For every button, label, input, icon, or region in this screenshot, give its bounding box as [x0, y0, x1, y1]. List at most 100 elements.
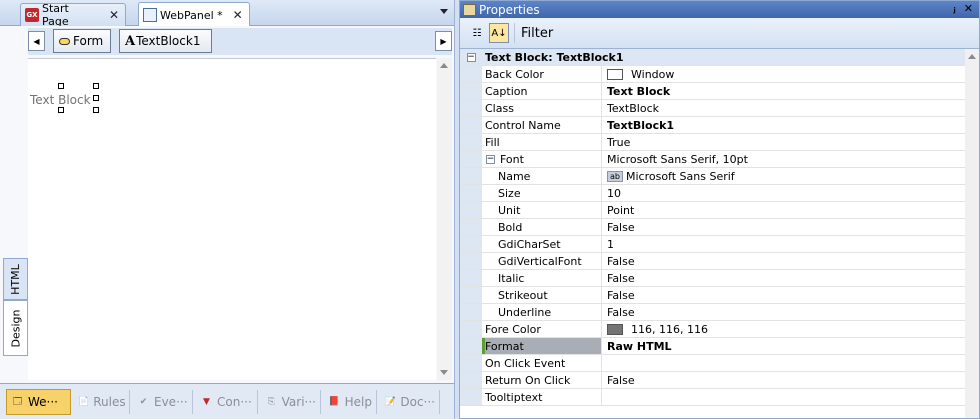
- property-value[interactable]: False: [602, 219, 965, 235]
- property-value[interactable]: False: [602, 270, 965, 286]
- property-name-text: GdiVerticalFont: [498, 254, 582, 268]
- filter-button[interactable]: Filter: [514, 23, 559, 43]
- property-value[interactable]: Text Block: [602, 83, 965, 99]
- property-row[interactable]: Size 10: [460, 185, 965, 202]
- property-row[interactable]: Strikeout False: [460, 287, 965, 304]
- close-icon[interactable]: ✕: [964, 2, 973, 15]
- property-row[interactable]: Unit Point: [460, 202, 965, 219]
- close-icon[interactable]: ✕: [109, 8, 119, 22]
- canvas-text-block[interactable]: Text Block: [30, 93, 91, 107]
- property-value-text: Text Block: [607, 84, 671, 98]
- property-row[interactable]: Name ab Microsoft Sans Serif: [460, 168, 965, 185]
- property-row[interactable]: GdiCharSet 1: [460, 236, 965, 253]
- tab-design[interactable]: Design: [3, 300, 28, 356]
- form-icon: [59, 37, 70, 45]
- property-name: Bold: [482, 219, 602, 235]
- property-value[interactable]: Raw HTML: [602, 338, 965, 354]
- property-value[interactable]: [602, 355, 965, 371]
- property-row[interactable]: Italic False: [460, 270, 965, 287]
- scroll-left-button[interactable]: ◀: [28, 31, 45, 51]
- categorized-icon[interactable]: ☷: [467, 23, 487, 43]
- property-value[interactable]: False: [602, 372, 965, 388]
- close-icon[interactable]: ✕: [233, 8, 243, 22]
- tab-webpanel[interactable]: WebPanel * ✕: [138, 2, 250, 27]
- property-row[interactable]: − Font Microsoft Sans Serif, 10pt: [460, 151, 965, 168]
- property-value[interactable]: False: [602, 253, 965, 269]
- property-name: Return On Click: [482, 372, 602, 388]
- form-control-button[interactable]: Form: [53, 29, 111, 53]
- property-row[interactable]: Caption Text Block: [460, 83, 965, 100]
- resize-handle[interactable]: [93, 95, 99, 101]
- tab-conditions[interactable]: ▼ Con···: [196, 390, 258, 414]
- resize-handle[interactable]: [58, 107, 64, 113]
- property-row[interactable]: Tooltiptext: [460, 389, 965, 406]
- property-value[interactable]: True: [602, 134, 965, 150]
- property-row[interactable]: On Click Event: [460, 355, 965, 372]
- property-row[interactable]: Back Color Window: [460, 66, 965, 83]
- property-value[interactable]: False: [602, 304, 965, 320]
- property-row[interactable]: Control Name TextBlock1: [460, 117, 965, 134]
- tab-web-form[interactable]: 🗔 We···: [6, 389, 71, 415]
- resize-handle[interactable]: [58, 83, 64, 89]
- tab-variables[interactable]: ⎘ Vari···: [261, 390, 321, 414]
- pin-icon[interactable]: ⱼ: [953, 2, 955, 15]
- tab-html[interactable]: HTML: [3, 258, 28, 300]
- property-name: On Click Event: [482, 355, 602, 371]
- tab-events[interactable]: ✔ Eve···: [133, 390, 193, 414]
- property-value[interactable]: 10: [602, 185, 965, 201]
- property-row[interactable]: Return On Click False: [460, 372, 965, 389]
- property-value-text: False: [607, 305, 635, 319]
- sort-alphabetical-icon[interactable]: A↓: [489, 23, 509, 43]
- row-gutter: [460, 185, 482, 201]
- tab-label: WebPanel *: [160, 8, 223, 22]
- property-name-text: Format: [485, 339, 524, 353]
- property-value[interactable]: TextBlock: [602, 100, 965, 116]
- tab-documentation[interactable]: 📝 Doc···: [380, 390, 440, 414]
- property-name-text: Return On Click: [485, 373, 571, 387]
- property-name: Fill: [482, 134, 602, 150]
- resize-handle[interactable]: [93, 83, 99, 89]
- collapse-toggle[interactable]: −: [460, 49, 482, 65]
- tab-label: Con···: [217, 395, 252, 409]
- property-value-text: False: [607, 220, 635, 234]
- property-value[interactable]: Microsoft Sans Serif, 10pt: [602, 151, 965, 167]
- row-gutter: [460, 287, 482, 303]
- scroll-up-icon[interactable]: [968, 54, 976, 59]
- property-row[interactable]: Underline False: [460, 304, 965, 321]
- property-row[interactable]: Bold False: [460, 219, 965, 236]
- property-value-text: Point: [607, 203, 635, 217]
- property-row[interactable]: Format Raw HTML: [460, 338, 965, 355]
- resize-handle[interactable]: [93, 107, 99, 113]
- property-value[interactable]: ab Microsoft Sans Serif: [602, 168, 965, 184]
- textblock-control-button[interactable]: A TextBlock1: [119, 29, 212, 53]
- tab-help[interactable]: 📕 Help: [324, 390, 377, 414]
- chevron-down-icon[interactable]: [440, 9, 448, 14]
- property-name: Caption: [482, 83, 602, 99]
- minus-icon[interactable]: −: [486, 155, 495, 164]
- property-row[interactable]: Class TextBlock: [460, 100, 965, 117]
- row-gutter: [460, 270, 482, 286]
- scroll-up-icon[interactable]: [440, 63, 448, 68]
- property-value[interactable]: Window: [602, 66, 965, 82]
- form-canvas[interactable]: Text Block: [28, 58, 436, 380]
- property-value[interactable]: 116, 116, 116: [602, 321, 965, 337]
- tab-rules[interactable]: 📄 Rules: [74, 390, 130, 414]
- property-name-text: Class: [485, 101, 514, 115]
- scroll-down-icon[interactable]: [440, 370, 448, 375]
- row-gutter: [460, 372, 482, 388]
- row-gutter: [460, 168, 482, 184]
- minus-icon[interactable]: −: [466, 52, 476, 62]
- properties-scrollbar[interactable]: [965, 49, 979, 418]
- scroll-right-button[interactable]: ▶: [435, 31, 452, 51]
- property-name: Italic: [482, 270, 602, 286]
- vertical-scrollbar[interactable]: [437, 58, 452, 380]
- property-row[interactable]: Fore Color 116, 116, 116: [460, 321, 965, 338]
- property-value[interactable]: TextBlock1: [602, 117, 965, 133]
- property-value[interactable]: 1: [602, 236, 965, 252]
- property-row[interactable]: Fill True: [460, 134, 965, 151]
- property-value[interactable]: False: [602, 287, 965, 303]
- tab-start-page[interactable]: GX Start Page ✕: [20, 2, 126, 28]
- property-row[interactable]: GdiVerticalFont False: [460, 253, 965, 270]
- property-value[interactable]: [602, 389, 965, 405]
- property-value[interactable]: Point: [602, 202, 965, 218]
